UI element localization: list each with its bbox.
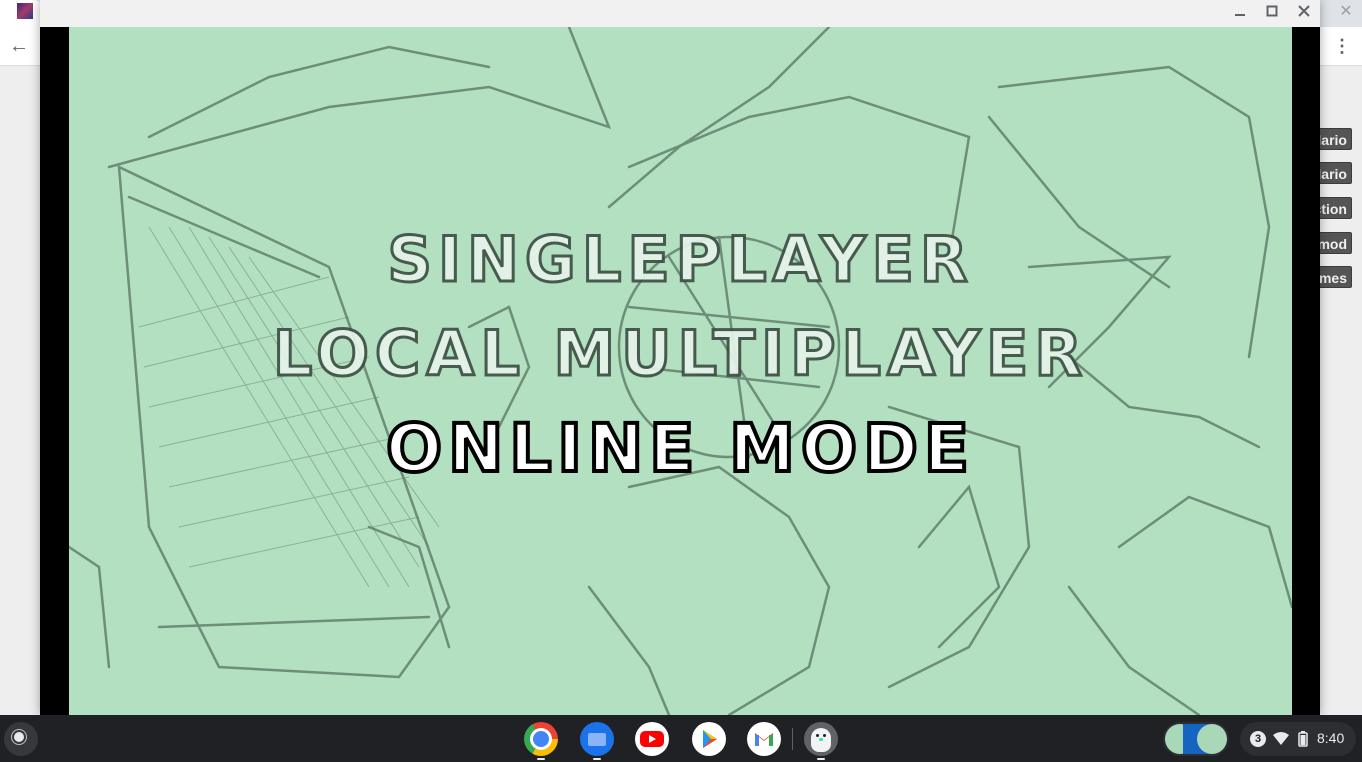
status-area[interactable]: 3 8:40 [1240, 722, 1356, 756]
launcher-icon [14, 732, 24, 742]
maximize-icon[interactable] [1261, 3, 1283, 23]
menu-item-online-mode[interactable]: ONLINE MODE [69, 408, 1292, 489]
close-icon[interactable] [1293, 3, 1315, 23]
menu-item-singleplayer[interactable]: SINGLEPLAYER [69, 222, 1292, 298]
penguin-icon[interactable] [804, 722, 838, 756]
files-icon[interactable] [580, 722, 614, 756]
window-previews[interactable] [1163, 722, 1229, 756]
running-indicator [537, 758, 545, 760]
minimize-icon[interactable] [1229, 3, 1251, 23]
menu-item-local-multiplayer[interactable]: LOCAL MULTIPLAYER [69, 316, 1292, 392]
window-titlebar[interactable] [40, 0, 1320, 27]
launcher-button[interactable] [4, 722, 38, 756]
tab-favicon-icon [17, 3, 33, 19]
preview-thumbnail [1197, 724, 1227, 754]
wifi-icon [1273, 732, 1289, 745]
running-indicator [817, 758, 825, 760]
browser-tab[interactable] [0, 0, 42, 27]
close-icon[interactable]: ✕ [1337, 3, 1355, 21]
notification-count-badge: 3 [1250, 731, 1266, 747]
vertical-dots-icon[interactable]: ⋮ [1333, 36, 1351, 56]
arrow-left-icon[interactable]: ← [8, 36, 30, 56]
game-canvas[interactable]: SINGLEPLAYER LOCAL MULTIPLAYER ONLINE MO… [69, 27, 1292, 715]
youtube-icon[interactable] [635, 722, 669, 756]
shelf: 3 8:40 [0, 715, 1362, 762]
play-store-icon[interactable] [692, 722, 726, 756]
game-window: SINGLEPLAYER LOCAL MULTIPLAYER ONLINE MO… [40, 0, 1320, 715]
running-indicator [593, 758, 601, 760]
chrome-icon[interactable] [524, 722, 558, 756]
battery-icon [1298, 731, 1308, 747]
clock-time: 8:40 [1317, 730, 1345, 746]
main-menu: SINGLEPLAYER LOCAL MULTIPLAYER ONLINE MO… [69, 27, 1292, 715]
gmail-icon[interactable] [747, 722, 781, 756]
shelf-divider [792, 728, 793, 750]
